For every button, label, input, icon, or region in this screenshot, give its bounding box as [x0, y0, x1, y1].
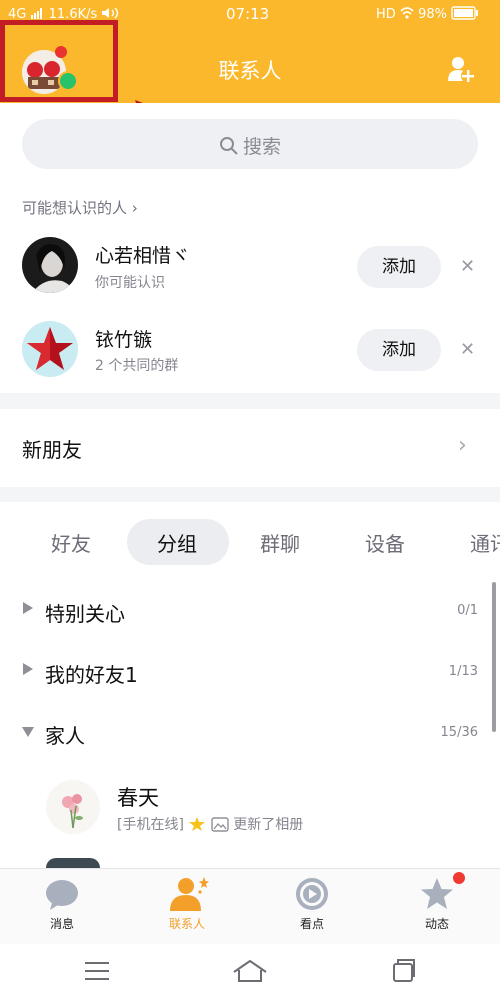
chevron-right-icon: › [458, 433, 467, 458]
contact-status-line: [手机在线] 更新了相册 [117, 814, 303, 836]
contact-activity: 更新了相册 [233, 817, 304, 833]
tab-devices[interactable]: 设备 [365, 528, 405, 557]
wifi-icon [400, 6, 414, 24]
search-box-content: 搜索 [22, 132, 478, 161]
signal-icon [30, 8, 45, 19]
search-icon [219, 136, 239, 161]
search-placeholder: 搜索 [242, 136, 281, 158]
tab-address-book[interactable]: 通讯 [470, 528, 500, 557]
contacts-person-icon [170, 877, 209, 911]
expanded-arrow-icon [22, 727, 34, 737]
notification-dot [453, 872, 465, 884]
nav-contacts[interactable]: 联系人 [147, 875, 227, 935]
next-contact-avatar [46, 858, 100, 868]
play-circle-icon [296, 878, 328, 910]
contact-avatar [46, 780, 100, 834]
group-row[interactable]: 特别关心 0/1 [0, 588, 490, 634]
nav-watch[interactable]: 看点 [272, 875, 352, 935]
contact-row[interactable]: 春天 [手机在线] 更新了相册 [0, 770, 490, 850]
group-count: 15/36 [440, 725, 478, 740]
nav-label: 消息 [49, 917, 74, 931]
collapsed-arrow-icon [23, 663, 33, 675]
nav-label: 联系人 [168, 917, 205, 931]
star-icon [421, 878, 453, 909]
nav-messages[interactable]: 消息 [22, 875, 102, 935]
status-right: HD 98% [376, 6, 479, 26]
tab-friends[interactable]: 好友 [51, 528, 91, 557]
group-row[interactable]: 家人 15/36 [0, 710, 490, 756]
person-name: 心若相惜ヾ [95, 245, 191, 267]
person-avatar[interactable] [22, 321, 78, 377]
suggested-section-label[interactable]: 可能想认识的人 › [22, 197, 138, 218]
group-row[interactable]: 我的好友1 1/13 [0, 649, 490, 695]
scrollbar[interactable] [492, 582, 496, 732]
battery-percent: 98% [418, 7, 447, 22]
group-name: 家人 [45, 724, 85, 748]
home-icon[interactable] [232, 958, 268, 984]
nav-moments[interactable]: 动态 [397, 872, 477, 935]
group-name: 特别关心 [45, 602, 125, 626]
new-friends-row[interactable]: 新朋友 › [0, 409, 500, 487]
nav-label: 动态 [424, 917, 449, 931]
status-time: 07:13 [226, 5, 270, 23]
person-subtitle: 你可能认识 [95, 275, 165, 291]
contact-name: 春天 [117, 786, 159, 810]
album-icon [211, 817, 229, 836]
menu-icon[interactable] [84, 960, 110, 982]
new-friends-label: 新朋友 [22, 438, 82, 462]
chat-bubble-icon [46, 880, 78, 910]
dismiss-icon[interactable]: ✕ [460, 256, 475, 277]
add-button[interactable]: 添加 [357, 329, 441, 371]
page-title: 联系人 [218, 59, 282, 83]
collapsed-arrow-icon [23, 602, 33, 614]
nav-label: 看点 [299, 917, 324, 931]
person-subtitle: 2 个共同的群 [95, 358, 179, 374]
tab-group-chats[interactable]: 群聊 [260, 528, 300, 557]
vip-star-icon [188, 816, 206, 836]
battery-icon [451, 6, 479, 24]
tab-groups[interactable]: 分组 [157, 528, 197, 557]
hd-indicator: HD [376, 7, 396, 22]
add-contact-icon[interactable] [446, 54, 476, 84]
dismiss-icon[interactable]: ✕ [460, 339, 475, 360]
back-icon[interactable] [390, 958, 416, 984]
person-avatar[interactable] [22, 237, 78, 293]
add-button[interactable]: 添加 [357, 246, 441, 288]
group-name: 我的好友1 [45, 663, 138, 687]
contact-status: [手机在线] [117, 817, 184, 833]
group-count: 0/1 [457, 603, 478, 618]
person-name: 铱竹镞 [95, 329, 153, 351]
group-count: 1/13 [448, 664, 478, 679]
search-input[interactable]: 搜索 [22, 119, 478, 169]
